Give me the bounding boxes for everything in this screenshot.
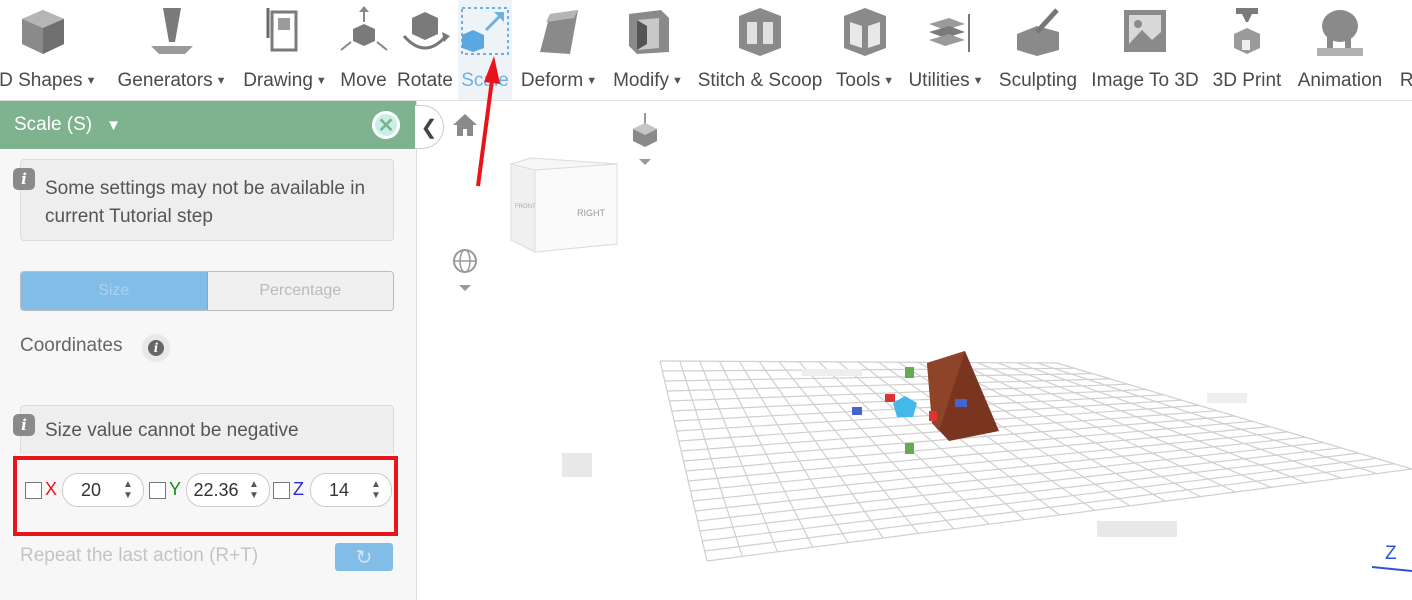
toolbar-truncated-item[interactable]: Re	[1392, 0, 1412, 100]
animation-icon	[1308, 0, 1372, 62]
toolbar-rotate[interactable]: Rotate	[394, 0, 456, 100]
panel-title: Scale (S)	[14, 114, 93, 135]
drawing-icon	[253, 0, 317, 62]
toolbar-utilities[interactable]: Utilities ▼	[902, 0, 990, 100]
toolbar-label: Re	[1400, 70, 1412, 92]
size-mode-toggle: Size Percentage	[20, 271, 394, 311]
repeat-action-label: Repeat the last action (R+T)	[20, 545, 259, 566]
toolbar-label: Rotate	[397, 70, 453, 91]
close-button[interactable]: ✕	[372, 111, 400, 139]
toolbar-move[interactable]: Move	[335, 0, 392, 100]
toolbar-label: Generators	[117, 70, 213, 91]
3d-print-icon	[1215, 0, 1279, 62]
toolbar-generators[interactable]: Generators ▼	[110, 0, 234, 100]
modify-icon	[616, 0, 680, 62]
rotate-icon	[393, 0, 457, 62]
negative-info-box: i Size value cannot be negative	[13, 405, 394, 454]
cube-icon	[11, 0, 75, 62]
chevron-down-icon: ▼	[972, 75, 984, 87]
chevron-down-icon: ▼	[586, 75, 598, 87]
info-icon: i	[148, 340, 164, 356]
toolbar-scale[interactable]: Scale	[458, 0, 512, 100]
3d-viewport[interactable]: ❮ RIGHT FRONT Z	[415, 101, 1412, 600]
main-toolbar: 3D Shapes▼ Generators▼ Drawing▼ Move Rot…	[0, 0, 1412, 101]
sculpting-icon	[1006, 0, 1070, 62]
repeat-action-button[interactable]: ↻	[335, 543, 393, 571]
coordinates-info-button[interactable]: i	[142, 334, 170, 362]
deform-icon	[527, 0, 591, 62]
chevron-down-icon: ▼	[883, 75, 895, 87]
info-icon: i	[13, 414, 35, 436]
chevron-down-icon: ▼	[215, 75, 227, 87]
toolbar-drawing[interactable]: Drawing ▼	[237, 0, 333, 100]
toolbar-3d-shapes[interactable]: 3D Shapes▼	[0, 0, 105, 100]
tutorial-info-box: i Some settings may not be available in …	[13, 159, 394, 241]
toolbar-label: 3D Shapes	[0, 70, 83, 91]
toolbar-stitch-scoop[interactable]: Stitch & Scoop	[692, 0, 828, 100]
image-to-3d-icon	[1113, 0, 1177, 62]
toolbar-label: Drawing	[243, 70, 313, 91]
close-icon: ✕	[377, 114, 395, 137]
z-axis-handle-right[interactable]	[955, 399, 967, 407]
toolbar-label: Deform	[520, 70, 584, 91]
info-icon: i	[13, 168, 35, 190]
toolbar-label: Move	[340, 70, 387, 91]
y-axis-handle[interactable]	[905, 367, 914, 378]
tutorial-info-text: Some settings may not be available in cu…	[45, 178, 366, 227]
toolbar-label: Animation	[1297, 70, 1383, 91]
toolbar-animation[interactable]: Animation	[1290, 0, 1390, 100]
move-icon	[332, 0, 396, 62]
y-axis-handle-bottom[interactable]	[905, 443, 914, 454]
refresh-icon: ↻	[355, 546, 373, 569]
workspace-grid	[562, 351, 1412, 572]
chevron-down-icon: ▼	[672, 75, 683, 87]
stitch-scoop-icon	[728, 0, 792, 62]
chevron-down-icon: ▼	[85, 75, 97, 87]
tools-icon	[833, 0, 897, 62]
toolbar-label: Scale	[461, 70, 509, 91]
scale-icon	[453, 0, 517, 62]
negative-info-text: Size value cannot be negative	[45, 420, 299, 441]
highlight-annotation-box	[13, 456, 398, 536]
x-axis-handle[interactable]	[885, 394, 895, 402]
toolbar-label: 3D Print	[1212, 70, 1282, 91]
chevron-down-icon: ▼	[315, 75, 327, 87]
truncated-icon	[1380, 0, 1412, 62]
scale-panel: Scale (S) ▼ ✕ i Some settings may not be…	[0, 101, 417, 600]
toolbar-label: Modify	[613, 70, 670, 91]
toolbar-label: Sculpting	[998, 70, 1078, 91]
z-axis-handle[interactable]	[852, 407, 862, 415]
x-axis-handle-right[interactable]	[929, 411, 937, 421]
toolbar-3d-print[interactable]: 3D Print	[1206, 0, 1288, 100]
coordinates-label: Coordinates	[20, 335, 123, 356]
utilities-icon	[914, 0, 978, 62]
panel-header[interactable]: Scale (S) ▼ ✕	[0, 101, 416, 149]
toolbar-deform[interactable]: Deform ▼	[514, 0, 604, 100]
toolbar-sculpting[interactable]: Sculpting	[992, 0, 1084, 100]
toolbar-tools[interactable]: Tools ▼	[830, 0, 900, 100]
toolbar-modify[interactable]: Modify ▼	[606, 0, 690, 100]
toolbar-image-to-3d[interactable]: Image To 3D	[1086, 0, 1204, 100]
z-axis-indicator-label: Z	[1385, 543, 1397, 564]
generator-icon	[140, 0, 204, 62]
size-mode-button[interactable]: Size	[21, 272, 208, 310]
toolbar-label: Image To 3D	[1091, 70, 1199, 91]
percentage-mode-button[interactable]: Percentage	[207, 272, 393, 310]
toolbar-label: Utilities	[908, 70, 970, 91]
toolbar-label: Tools	[835, 70, 881, 91]
toolbar-label: Stitch & Scoop	[697, 70, 823, 91]
chevron-down-icon[interactable]: ▼	[106, 117, 121, 134]
center-handle[interactable]	[893, 396, 917, 417]
